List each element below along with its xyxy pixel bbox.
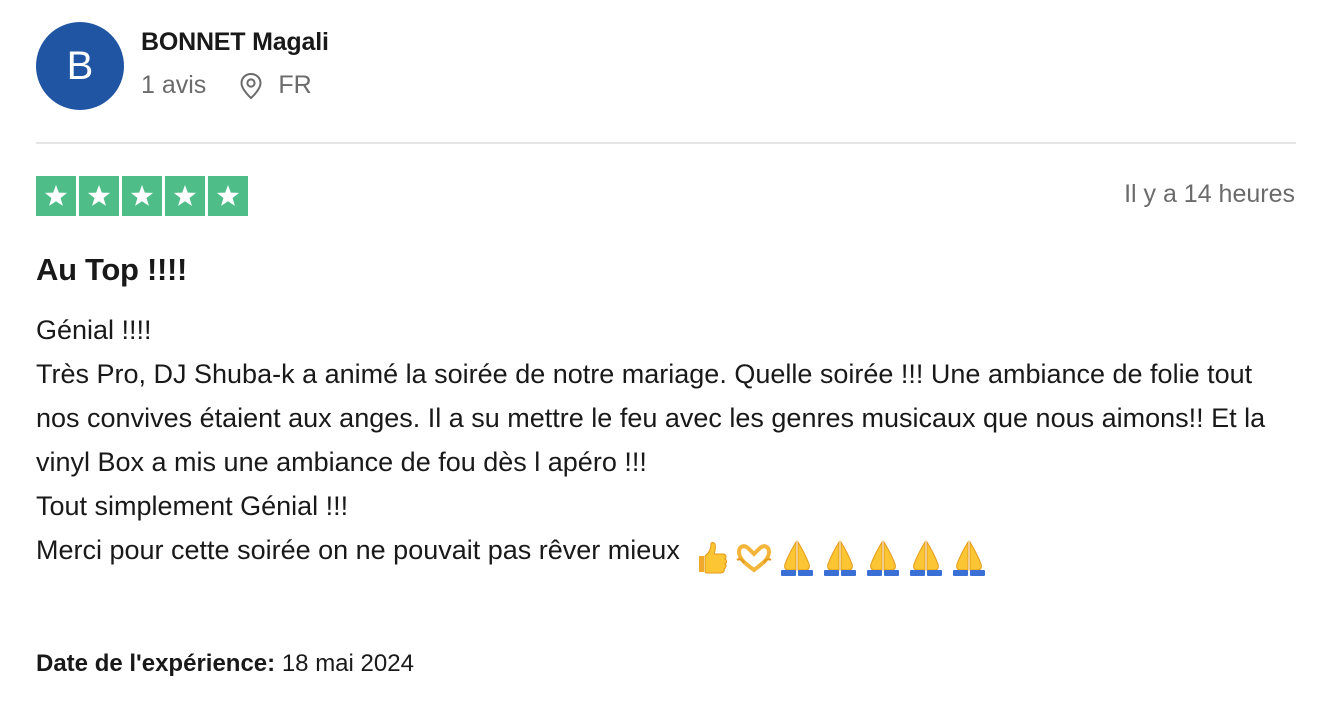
star-icon [36, 176, 76, 216]
review-time-ago: Il y a 14 heures [1124, 180, 1295, 208]
review-body-line: Tout simplement Génial !!! [36, 491, 349, 521]
review-body-line: Génial !!!! [36, 315, 152, 345]
avatar-initial: B [66, 43, 94, 88]
review-title[interactable]: Au Top !!!! [36, 252, 187, 288]
reviewer-header: B BONNET Magali 1 avis FR [36, 22, 329, 110]
experience-date-row: Date de l'expérience: 18 mai 2024 [36, 650, 414, 678]
review-card: B BONNET Magali 1 avis FR Il y a 14 heur… [0, 0, 1334, 714]
avatar[interactable]: B [36, 22, 124, 110]
review-body-line-last: Merci pour cette soirée on ne pouvait pa… [36, 528, 1276, 578]
thumbs-up-icon [699, 541, 728, 574]
review-body: Génial !!!! Très Pro, DJ Shuba-k a animé… [36, 308, 1276, 578]
praying-hands-icon [910, 540, 943, 576]
praying-hands-icon [781, 540, 814, 576]
star-icon [122, 176, 162, 216]
review-body-line: Très Pro, DJ Shuba-k a animé la soirée d… [36, 359, 1266, 477]
star-icon [208, 176, 248, 216]
emoji-group [691, 534, 992, 578]
country-code: FR [278, 71, 312, 99]
divider [36, 142, 1296, 144]
review-count: 1 avis [141, 71, 207, 99]
location-pin-icon [240, 72, 262, 99]
praying-hands-icon [867, 540, 900, 576]
experience-date: 18 mai 2024 [281, 650, 414, 677]
star-icon [79, 176, 119, 216]
reviewer-location: FR [238, 71, 312, 100]
star-icon [165, 176, 205, 216]
reviewer-info: BONNET Magali 1 avis FR [141, 28, 329, 100]
praying-hands-icon [953, 540, 986, 576]
experience-label: Date de l'expérience: [36, 650, 276, 677]
reviewer-meta: 1 avis FR [141, 71, 329, 100]
review-body-text: Merci pour cette soirée on ne pouvait pa… [36, 535, 680, 565]
reviewer-name[interactable]: BONNET Magali [141, 28, 329, 57]
heart-hands-icon [736, 544, 772, 573]
praying-hands-icon [824, 540, 857, 576]
star-rating [36, 176, 248, 216]
